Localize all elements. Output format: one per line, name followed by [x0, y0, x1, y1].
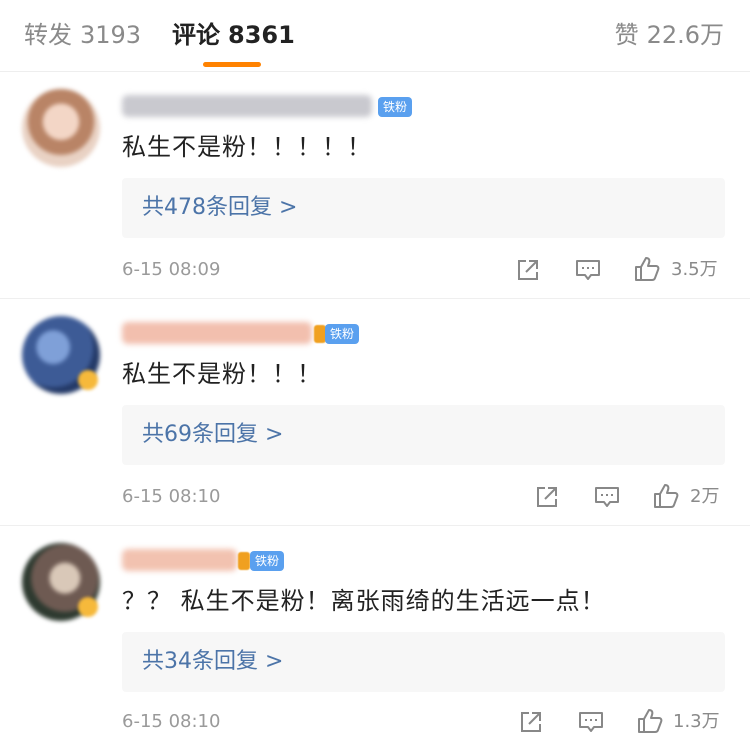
replies-label: 共478条回复 > — [142, 195, 298, 220]
verified-badge — [78, 597, 98, 617]
like-button[interactable] — [636, 707, 664, 735]
like-icon — [638, 709, 663, 733]
like-count: 3.5万 — [671, 259, 718, 280]
like-count: 2万 — [690, 486, 720, 507]
level-badge — [238, 552, 250, 570]
comment-tabs-bar: 转发 3193 评论 8361 赞 22.6万 — [0, 0, 750, 72]
like-icon — [635, 257, 660, 281]
tab-comments-count: 8361 — [228, 21, 295, 49]
replies-button[interactable]: 共34条回复 > — [122, 632, 725, 692]
comment-time: 6-15 08:10 — [122, 711, 221, 732]
comment-icon — [595, 487, 619, 507]
comment-button[interactable] — [577, 708, 605, 736]
tab-comments[interactable]: 评论 8361 — [172, 18, 295, 52]
share-icon — [518, 260, 538, 280]
comment-item: 铁粉 ？？ 私生不是粉！离张雨绮的生活远一点！ 共34条回复 > 6-15 08… — [0, 527, 750, 753]
comment-text: ？？ 私生不是粉！离张雨绮的生活远一点！ — [122, 587, 606, 615]
like-button[interactable] — [633, 255, 661, 283]
replies-button[interactable]: 共69条回复 > — [122, 405, 725, 465]
divider — [0, 298, 750, 299]
fan-badge: 铁粉 — [378, 97, 413, 117]
comment-item: 铁粉 私生不是粉！！！！！ 共478条回复 > 6-15 08:09 3.5万 — [0, 73, 750, 299]
comment-icon — [576, 260, 600, 280]
tab-comments-label: 评论 — [172, 21, 220, 49]
like-button[interactable] — [652, 482, 680, 510]
replies-label: 共34条回复 > — [142, 649, 284, 674]
username-blurred[interactable] — [122, 322, 312, 344]
share-button[interactable] — [514, 256, 542, 284]
share-icon — [521, 712, 541, 732]
fan-badge: 铁粉 — [325, 324, 360, 344]
tab-likes-label: 赞 — [614, 21, 639, 49]
tab-repost-label: 转发 — [24, 21, 72, 49]
comment-time: 6-15 08:09 — [122, 259, 221, 280]
tab-repost[interactable]: 转发 3193 — [24, 18, 141, 52]
like-icon — [654, 484, 679, 508]
username-blurred[interactable] — [122, 549, 237, 571]
comment-text: 私生不是粉！！！ — [122, 360, 322, 388]
avatar[interactable] — [22, 89, 100, 167]
tab-likes-count: 22.6万 — [646, 21, 724, 49]
active-tab-indicator — [203, 62, 261, 67]
comment-item: 铁粉 私生不是粉！！！ 共69条回复 > 6-15 08:10 2万 — [0, 300, 750, 526]
username-blurred[interactable] — [122, 95, 372, 117]
comment-button[interactable] — [593, 483, 621, 511]
share-button[interactable] — [533, 483, 561, 511]
replies-label: 共69条回复 > — [142, 422, 284, 447]
comment-text: 私生不是粉！！！！！ — [122, 133, 372, 161]
replies-button[interactable]: 共478条回复 > — [122, 178, 725, 238]
share-icon — [537, 487, 557, 507]
fan-badge: 铁粉 — [250, 551, 285, 571]
comment-icon — [579, 712, 603, 732]
comment-time: 6-15 08:10 — [122, 486, 221, 507]
verified-badge — [78, 370, 98, 390]
like-count: 1.3万 — [673, 711, 720, 732]
divider — [0, 525, 750, 526]
tab-repost-count: 3193 — [80, 21, 142, 49]
share-button[interactable] — [517, 708, 545, 736]
comment-button[interactable] — [574, 256, 602, 284]
tab-likes[interactable]: 赞 22.6万 — [615, 18, 724, 52]
